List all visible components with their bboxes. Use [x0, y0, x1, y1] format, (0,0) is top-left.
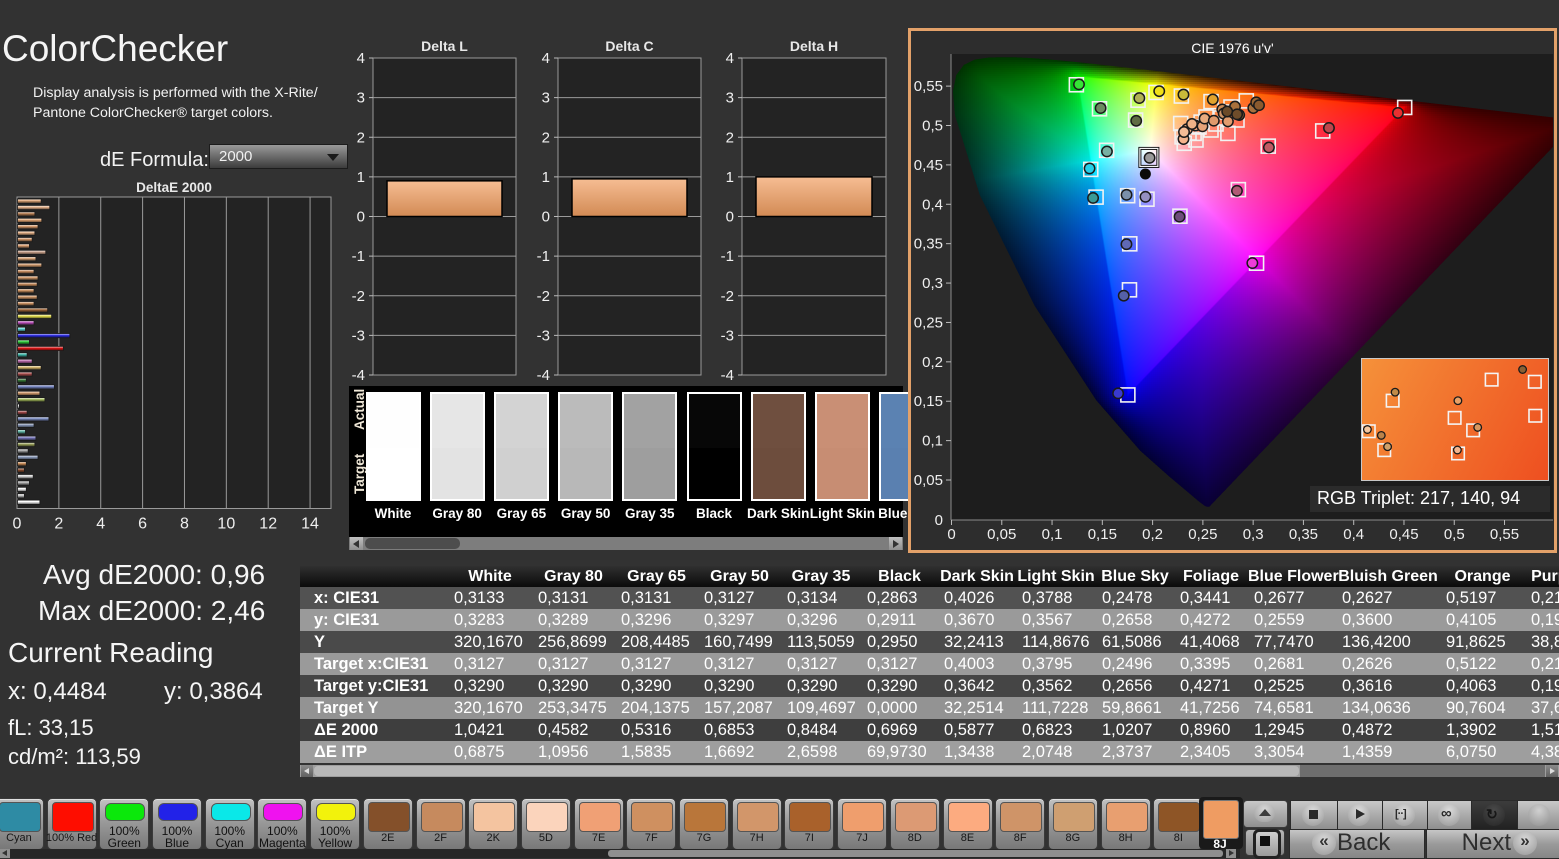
svg-text:-2: -2 [352, 288, 365, 305]
svg-text:0,45: 0,45 [914, 157, 943, 174]
svg-text:1: 1 [357, 169, 365, 186]
svg-text:-4: -4 [537, 367, 550, 384]
svg-text:3: 3 [357, 90, 365, 107]
svg-text:-3: -3 [352, 327, 365, 344]
svg-text:-4: -4 [352, 367, 365, 384]
svg-text:0,5: 0,5 [1444, 526, 1465, 543]
svg-text:8: 8 [180, 516, 189, 533]
svg-text:0,55: 0,55 [914, 78, 943, 95]
svg-text:4: 4 [542, 50, 550, 67]
svg-text:3: 3 [542, 90, 550, 107]
svg-text:-4: -4 [721, 367, 734, 384]
svg-text:Delta L: Delta L [421, 38, 468, 54]
svg-text:0,2: 0,2 [1142, 526, 1163, 543]
svg-text:0,3: 0,3 [922, 275, 943, 292]
svg-text:2: 2 [542, 129, 550, 146]
svg-text:2: 2 [54, 516, 63, 533]
svg-text:1: 1 [542, 169, 550, 186]
svg-text:0,55: 0,55 [1490, 526, 1519, 543]
svg-text:0,1: 0,1 [1042, 526, 1063, 543]
svg-text:-1: -1 [721, 248, 734, 265]
svg-text:0,1: 0,1 [922, 433, 943, 450]
svg-text:4: 4 [726, 50, 734, 67]
svg-text:12: 12 [259, 516, 277, 533]
svg-text:1: 1 [726, 169, 734, 186]
svg-text:0,15: 0,15 [914, 393, 943, 410]
svg-text:6: 6 [138, 516, 147, 533]
svg-text:0,05: 0,05 [987, 526, 1016, 543]
svg-text:3: 3 [726, 90, 734, 107]
svg-text:0,45: 0,45 [1389, 526, 1418, 543]
svg-text:-2: -2 [721, 288, 734, 305]
svg-text:-1: -1 [352, 248, 365, 265]
svg-text:Delta C: Delta C [605, 38, 653, 54]
svg-text:0: 0 [13, 516, 22, 533]
svg-text:0: 0 [726, 209, 734, 226]
svg-text:-2: -2 [537, 288, 550, 305]
svg-text:0,25: 0,25 [914, 314, 943, 331]
svg-text:0,5: 0,5 [922, 118, 943, 135]
svg-text:-3: -3 [537, 327, 550, 344]
svg-text:-3: -3 [721, 327, 734, 344]
svg-text:0,4: 0,4 [922, 196, 943, 213]
svg-text:0: 0 [947, 526, 955, 543]
svg-text:10: 10 [217, 516, 235, 533]
svg-text:4: 4 [96, 516, 105, 533]
svg-text:0,35: 0,35 [1289, 526, 1318, 543]
svg-text:0: 0 [542, 209, 550, 226]
svg-text:0,15: 0,15 [1088, 526, 1117, 543]
svg-text:0,05: 0,05 [914, 472, 943, 489]
svg-text:0,25: 0,25 [1188, 526, 1217, 543]
svg-text:0,2: 0,2 [922, 354, 943, 371]
svg-text:0: 0 [935, 512, 943, 529]
svg-text:2: 2 [726, 129, 734, 146]
svg-text:0: 0 [357, 209, 365, 226]
svg-text:Delta H: Delta H [790, 38, 838, 54]
svg-text:0,4: 0,4 [1343, 526, 1364, 543]
svg-text:2: 2 [357, 129, 365, 146]
svg-text:4: 4 [357, 50, 365, 67]
svg-text:0,35: 0,35 [914, 236, 943, 253]
svg-text:0,3: 0,3 [1243, 526, 1264, 543]
svg-text:14: 14 [301, 516, 319, 533]
svg-text:-1: -1 [537, 248, 550, 265]
